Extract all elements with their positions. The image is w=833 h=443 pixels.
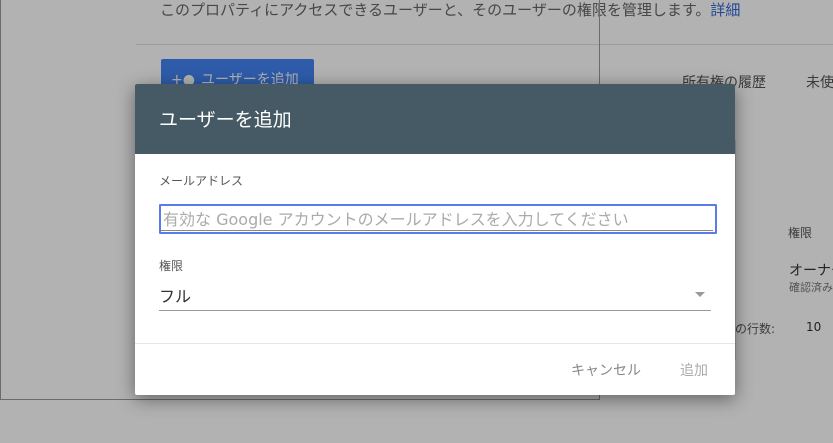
email-field-underline: [161, 230, 713, 231]
email-field-label: メールアドレス: [159, 174, 244, 188]
cancel-button[interactable]: キャンセル: [571, 360, 641, 380]
dropdown-arrow-icon: [695, 292, 705, 297]
add-button[interactable]: 追加: [680, 360, 708, 380]
permission-select[interactable]: フル: [159, 279, 711, 311]
permission-selected-value: フル: [159, 287, 192, 306]
dialog-title: ユーザーを追加: [159, 109, 292, 131]
dialog-footer-divider: [135, 343, 735, 344]
add-user-dialog: ユーザーを追加 メールアドレス 権限 フル キャンセル 追加: [135, 84, 735, 395]
permission-field-label: 権限: [159, 259, 184, 273]
dialog-header: ユーザーを追加: [135, 84, 735, 154]
